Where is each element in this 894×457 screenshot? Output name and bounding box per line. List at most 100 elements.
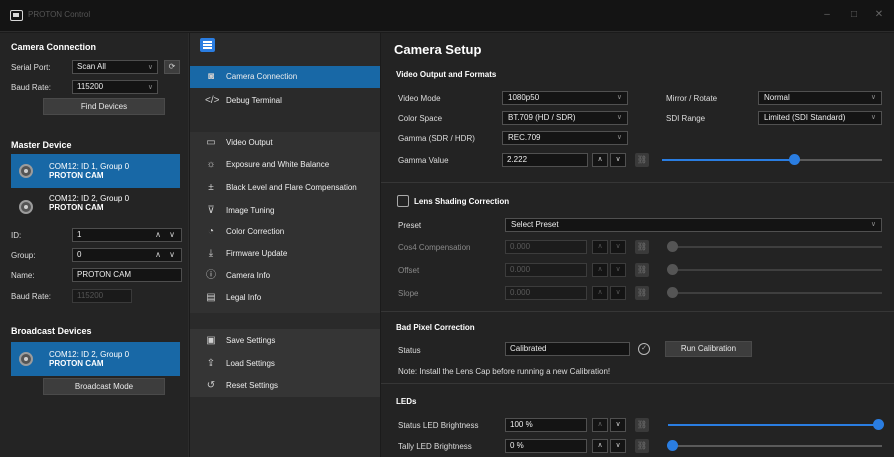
video-mode-value: 1080p50 bbox=[508, 93, 540, 102]
minimize-button[interactable]: – bbox=[818, 7, 836, 23]
color-space-select[interactable]: BT.709 (HD / SDR) ∨ bbox=[502, 111, 628, 125]
nav-item-camera-connection[interactable]: ◙ Camera Connection bbox=[190, 66, 380, 88]
nav-item-load-settings[interactable]: ⇪ Load Settings bbox=[190, 353, 380, 375]
nav-item-exposure[interactable]: ☼ Exposure and White Balance bbox=[190, 154, 380, 176]
sdi-range-select[interactable]: Limited (SDI Standard) ∨ bbox=[758, 111, 882, 125]
master-device-item-1[interactable]: COM12: ID 1, Group 0 PROTON CAM bbox=[11, 154, 180, 188]
cos4-down-button: ∨ bbox=[610, 240, 626, 254]
group-stepper[interactable]: 0 ∧ ∨ bbox=[72, 248, 182, 262]
tally-led-value: 0 % bbox=[510, 441, 524, 450]
chevron-up-icon[interactable]: ∧ bbox=[151, 229, 165, 241]
slope-down-button: ∨ bbox=[610, 286, 626, 300]
title-bar: PROTON Control – □ ✕ bbox=[0, 0, 894, 32]
link-icon: ⛓ bbox=[635, 263, 649, 277]
serial-port-value: Scan All bbox=[77, 62, 106, 71]
gamma-up-button[interactable]: ∧ bbox=[592, 153, 608, 167]
link-icon[interactable]: ⛓ bbox=[635, 153, 649, 167]
nav-item-image-tuning[interactable]: ⊽ Image Tuning bbox=[190, 200, 380, 222]
tally-led-up-button[interactable]: ∧ bbox=[592, 439, 608, 453]
broadcast-device-item[interactable]: COM12: ID 2, Group 0 PROTON CAM bbox=[11, 342, 180, 376]
device-line2: PROTON CAM bbox=[49, 359, 104, 368]
slope-label: Slope bbox=[398, 289, 419, 298]
device-line2: PROTON CAM bbox=[49, 171, 104, 180]
close-button[interactable]: ✕ bbox=[870, 7, 888, 23]
master-device-item-2[interactable]: COM12: ID 2, Group 0 PROTON CAM bbox=[11, 190, 180, 224]
refresh-button[interactable]: ⟳ bbox=[164, 60, 180, 74]
calibration-note: Note: Install the Lens Cap before runnin… bbox=[398, 367, 611, 376]
status-led-down-button[interactable]: ∨ bbox=[610, 418, 626, 432]
status-led-value: 100 % bbox=[510, 420, 533, 429]
sun-icon: ☼ bbox=[206, 159, 216, 170]
chevron-down-icon: ∨ bbox=[147, 64, 153, 71]
upload-icon: ⇪ bbox=[206, 358, 216, 369]
gamma-select[interactable]: REC.709 ∨ bbox=[502, 131, 628, 145]
nav-label: Save Settings bbox=[226, 336, 276, 345]
lens-shading-checkbox[interactable] bbox=[397, 195, 409, 207]
nav-item-legal-info[interactable]: ▤ Legal Info bbox=[190, 287, 380, 309]
slider-knob[interactable] bbox=[667, 440, 678, 451]
slider-knob[interactable] bbox=[873, 419, 884, 430]
master-baud-field: 115200 bbox=[72, 289, 132, 303]
color-space-label: Color Space bbox=[398, 114, 443, 123]
maximize-button[interactable]: □ bbox=[845, 7, 863, 23]
nav-item-save-settings[interactable]: ▣ Save Settings bbox=[190, 330, 380, 352]
gamma-value-input[interactable]: 2.222 bbox=[502, 153, 588, 167]
code-icon: </> bbox=[205, 95, 220, 106]
tally-led-slider[interactable] bbox=[667, 440, 882, 451]
status-led-label: Status LED Brightness bbox=[398, 421, 479, 430]
serial-port-select[interactable]: Scan All ∨ bbox=[72, 60, 158, 74]
sdi-range-value: Limited (SDI Standard) bbox=[764, 113, 846, 122]
tally-led-input[interactable]: 0 % bbox=[505, 439, 587, 453]
nav-item-reset-settings[interactable]: ↺ Reset Settings bbox=[190, 375, 380, 397]
slider-fill bbox=[662, 159, 794, 161]
nav-label: Image Tuning bbox=[226, 206, 275, 215]
nav-item-black-level[interactable]: ± Black Level and Flare Compensation bbox=[190, 177, 380, 199]
link-icon[interactable]: ⛓ bbox=[635, 418, 649, 432]
chevron-down-icon[interactable]: ∨ bbox=[165, 229, 179, 241]
chevron-down-icon: ∨ bbox=[616, 94, 622, 101]
link-icon[interactable]: ⛓ bbox=[635, 439, 649, 453]
slider-knob[interactable] bbox=[789, 154, 800, 165]
name-input[interactable]: PROTON CAM bbox=[72, 268, 182, 282]
levels-icon: ± bbox=[208, 182, 214, 193]
nav-item-debug-terminal[interactable]: </> Debug Terminal bbox=[190, 90, 380, 112]
camera-connection-heading: Camera Connection bbox=[11, 42, 97, 52]
link-icon: ⛓ bbox=[635, 240, 649, 254]
hamburger-menu-icon[interactable] bbox=[200, 38, 215, 52]
offset-up-button: ∧ bbox=[592, 263, 608, 277]
status-led-up-button[interactable]: ∧ bbox=[592, 418, 608, 432]
chevron-up-icon[interactable]: ∧ bbox=[151, 249, 165, 261]
nav-item-firmware-update[interactable]: ⤓ Firmware Update bbox=[190, 243, 380, 265]
offset-label: Offset bbox=[398, 266, 420, 275]
mirror-rotate-label: Mirror / Rotate bbox=[666, 94, 718, 103]
calibration-status-value: Calibrated bbox=[510, 344, 547, 353]
tally-led-down-button[interactable]: ∨ bbox=[610, 439, 626, 453]
nav-item-video-output[interactable]: ▭ Video Output bbox=[190, 132, 380, 154]
gamma-down-button[interactable]: ∨ bbox=[610, 153, 626, 167]
video-icon: ▭ bbox=[206, 137, 216, 148]
find-devices-button[interactable]: Find Devices bbox=[43, 98, 165, 115]
reset-icon: ↺ bbox=[206, 380, 216, 391]
video-mode-label: Video Mode bbox=[398, 94, 441, 103]
slope-slider bbox=[667, 287, 882, 298]
tally-led-label: Tally LED Brightness bbox=[398, 442, 472, 451]
status-led-slider[interactable] bbox=[668, 419, 884, 430]
id-stepper[interactable]: 1 ∧ ∨ bbox=[72, 228, 182, 242]
mirror-rotate-select[interactable]: Normal ∨ bbox=[758, 91, 882, 105]
preset-select[interactable]: Select Preset ∨ bbox=[505, 218, 882, 232]
chevron-down-icon[interactable]: ∨ bbox=[165, 249, 179, 261]
gamma-slider[interactable] bbox=[662, 154, 882, 165]
color-space-value: BT.709 (HD / SDR) bbox=[508, 113, 576, 122]
id-label: ID: bbox=[11, 231, 22, 240]
chevron-down-icon: ∨ bbox=[147, 84, 153, 91]
baud-rate-select[interactable]: 115200 ∨ bbox=[72, 80, 158, 94]
device-line2: PROTON CAM bbox=[49, 203, 104, 212]
app-logo-icon bbox=[10, 10, 23, 21]
broadcast-mode-button[interactable]: Broadcast Mode bbox=[43, 378, 165, 395]
nav-item-color-correction[interactable]: ◔ Color Correction bbox=[190, 221, 380, 243]
link-icon: ⛓ bbox=[635, 286, 649, 300]
status-led-input[interactable]: 100 % bbox=[505, 418, 587, 432]
run-calibration-button[interactable]: Run Calibration bbox=[665, 341, 752, 357]
video-mode-select[interactable]: 1080p50 ∨ bbox=[502, 91, 628, 105]
nav-item-camera-info[interactable]: ⓘ Camera Info bbox=[190, 265, 380, 287]
